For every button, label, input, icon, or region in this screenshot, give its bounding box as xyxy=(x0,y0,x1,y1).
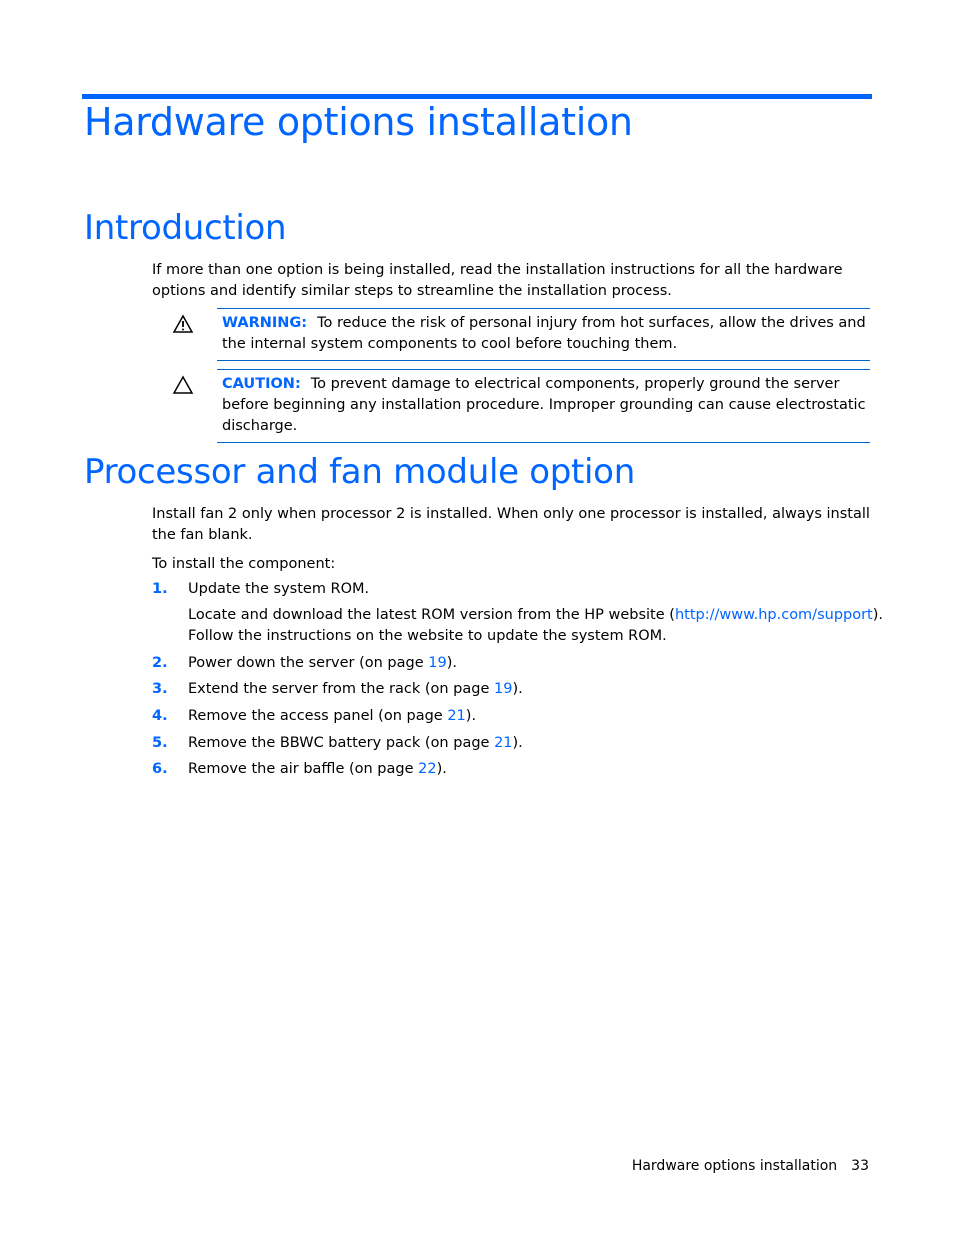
hp-support-link[interactable]: http://www.hp.com/support xyxy=(675,607,873,623)
processor-paragraph: Install fan 2 only when processor 2 is i… xyxy=(152,506,870,543)
step-1-detail: Locate and download the latest ROM versi… xyxy=(188,607,884,623)
install-intro: To install the component: xyxy=(152,556,336,572)
warning-note: WARNING: To reduce the risk of personal i… xyxy=(217,308,870,361)
page-link[interactable]: 19 xyxy=(428,655,446,671)
section-title-processor: Processor and fan module option xyxy=(84,452,635,492)
page-link[interactable]: 21 xyxy=(494,735,512,751)
step-text: Update the system ROM. xyxy=(188,581,370,597)
page-number: 33 xyxy=(851,1158,869,1174)
caution-label: CAUTION: xyxy=(222,376,301,392)
page-link[interactable]: 19 xyxy=(494,681,512,697)
warning-triangle-icon xyxy=(172,314,194,333)
caution-text: To prevent damage to electrical componen… xyxy=(222,376,866,434)
caution-note: CAUTION: To prevent damage to electrical … xyxy=(217,369,870,443)
section-title-introduction: Introduction xyxy=(84,208,287,248)
step-number: 1. xyxy=(152,581,168,597)
page-link[interactable]: 21 xyxy=(447,708,465,724)
step-1-detail-2: Follow the instructions on the website t… xyxy=(188,628,667,644)
caution-triangle-icon xyxy=(172,375,194,394)
chapter-rule xyxy=(82,94,872,99)
page-footer: Hardware options installation 33 xyxy=(632,1158,869,1174)
page-link[interactable]: 22 xyxy=(418,761,436,777)
chapter-title: Hardware options installation xyxy=(84,100,633,144)
intro-paragraph: If more than one option is being install… xyxy=(152,262,843,299)
warning-label: WARNING: xyxy=(222,315,308,331)
warning-text: To reduce the risk of personal injury fr… xyxy=(222,315,866,352)
footer-section: Hardware options installation xyxy=(631,1158,838,1174)
